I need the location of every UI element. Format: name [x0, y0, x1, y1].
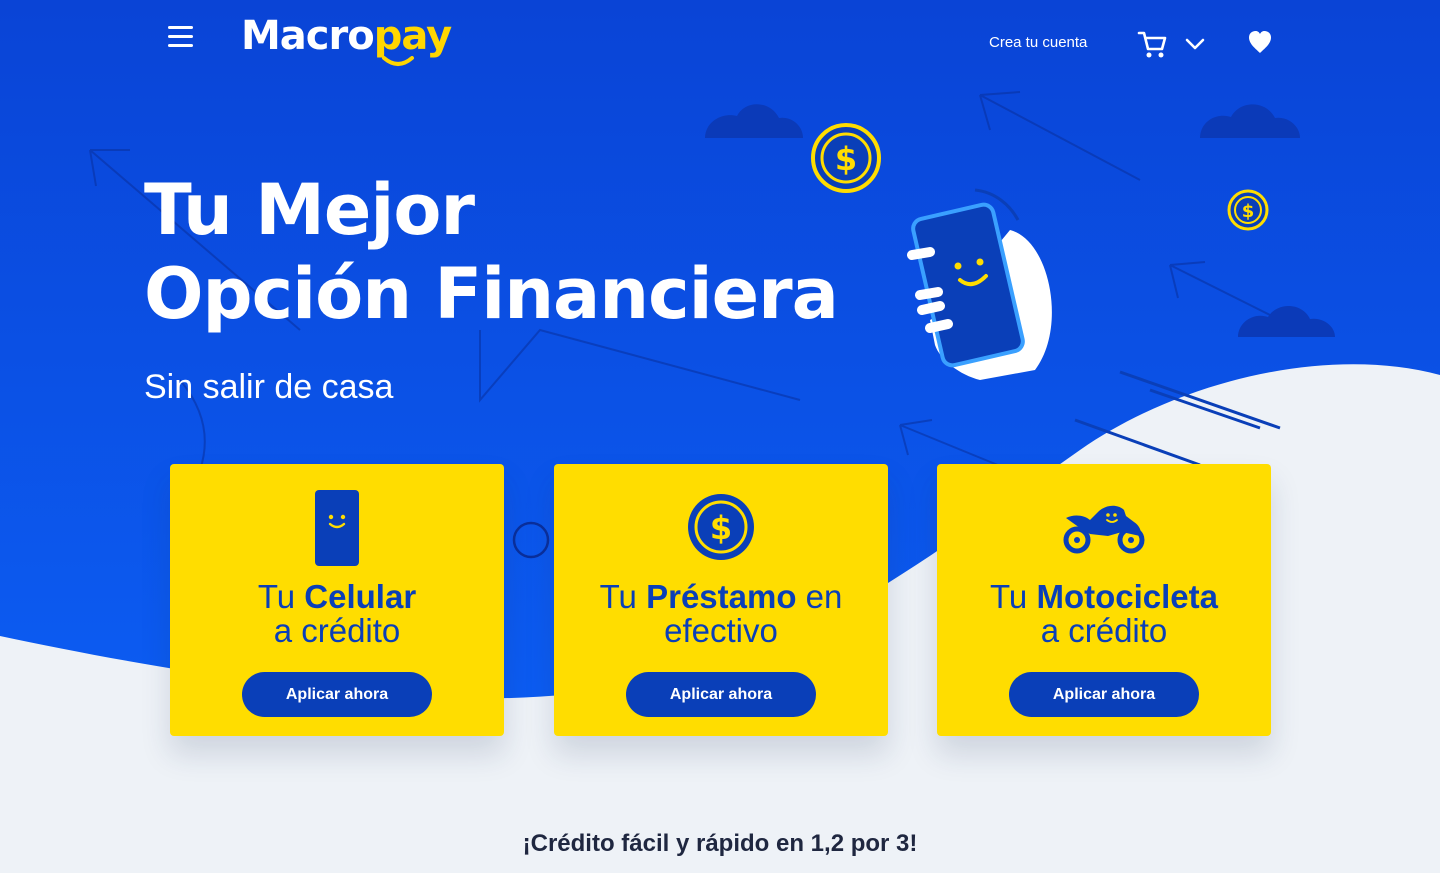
- card-title: Tu Celular a crédito: [170, 580, 504, 648]
- card-title-line-2: a crédito: [1040, 612, 1168, 649]
- svg-text:$: $: [710, 509, 732, 547]
- product-card-celular[interactable]: Tu Celular a crédito Aplicar ahora: [170, 464, 504, 736]
- logo-part-macro: Macro: [241, 13, 375, 59]
- logo-part-pay: pay: [373, 13, 452, 59]
- phone-icon: [315, 490, 359, 566]
- card-title-highlight: Préstamo: [646, 578, 797, 615]
- hero-title-line-2: Opción Financiera: [144, 253, 839, 335]
- hero-background: [0, 0, 1440, 873]
- product-card-prestamo[interactable]: $ Tu Préstamo en efectivo Aplicar ahora: [554, 464, 888, 736]
- card-title-line-2: efectivo: [664, 612, 778, 649]
- heart-icon[interactable]: [1246, 28, 1274, 56]
- hero-subtitle: Sin salir de casa: [144, 368, 394, 406]
- coin-icon: $: [688, 494, 754, 560]
- header: Macropay Crea tu cuenta: [0, 0, 1440, 85]
- card-title: Tu Motocicleta a crédito: [937, 580, 1271, 648]
- card-title-prefix: Tu: [257, 578, 305, 615]
- logo[interactable]: Macropay: [241, 12, 452, 68]
- hero-title-line-1: Tu Mejor: [144, 169, 475, 251]
- svg-text:$: $: [1242, 201, 1255, 222]
- hand-phone-illustration: [907, 188, 1052, 380]
- card-title: Tu Préstamo en efectivo: [554, 580, 888, 648]
- apply-now-button-prestamo[interactable]: Aplicar ahora: [626, 672, 816, 717]
- create-account-link[interactable]: Crea tu cuenta: [989, 34, 1087, 51]
- card-title-highlight: Celular: [304, 578, 417, 615]
- card-title-suffix: en: [796, 578, 843, 615]
- product-card-motocicleta[interactable]: Tu Motocicleta a crédito Aplicar ahora: [937, 464, 1271, 736]
- tagline: ¡Crédito fácil y rápido en 1,2 por 3!: [522, 830, 918, 857]
- cart-icon[interactable]: [1136, 28, 1168, 60]
- card-title-prefix: Tu: [599, 578, 647, 615]
- motorcycle-icon: [1063, 505, 1145, 554]
- logo-smile-icon: [382, 56, 414, 66]
- card-title-prefix: Tu: [989, 578, 1037, 615]
- apply-now-button-motocicleta[interactable]: Aplicar ahora: [1009, 672, 1199, 717]
- card-title-highlight: Motocicleta: [1036, 578, 1218, 615]
- apply-now-button-celular[interactable]: Aplicar ahora: [242, 672, 432, 717]
- chevron-down-icon[interactable]: [1184, 34, 1206, 54]
- menu-icon[interactable]: [166, 24, 196, 50]
- coin-decoration-small-icon: $: [1227, 189, 1269, 231]
- page: $ $ Macropay Crea tu cuenta Tu Mejor Opc…: [0, 0, 1440, 873]
- card-title-line-2: a crédito: [273, 612, 401, 649]
- hero-title: Tu Mejor Opción Financiera: [144, 168, 864, 336]
